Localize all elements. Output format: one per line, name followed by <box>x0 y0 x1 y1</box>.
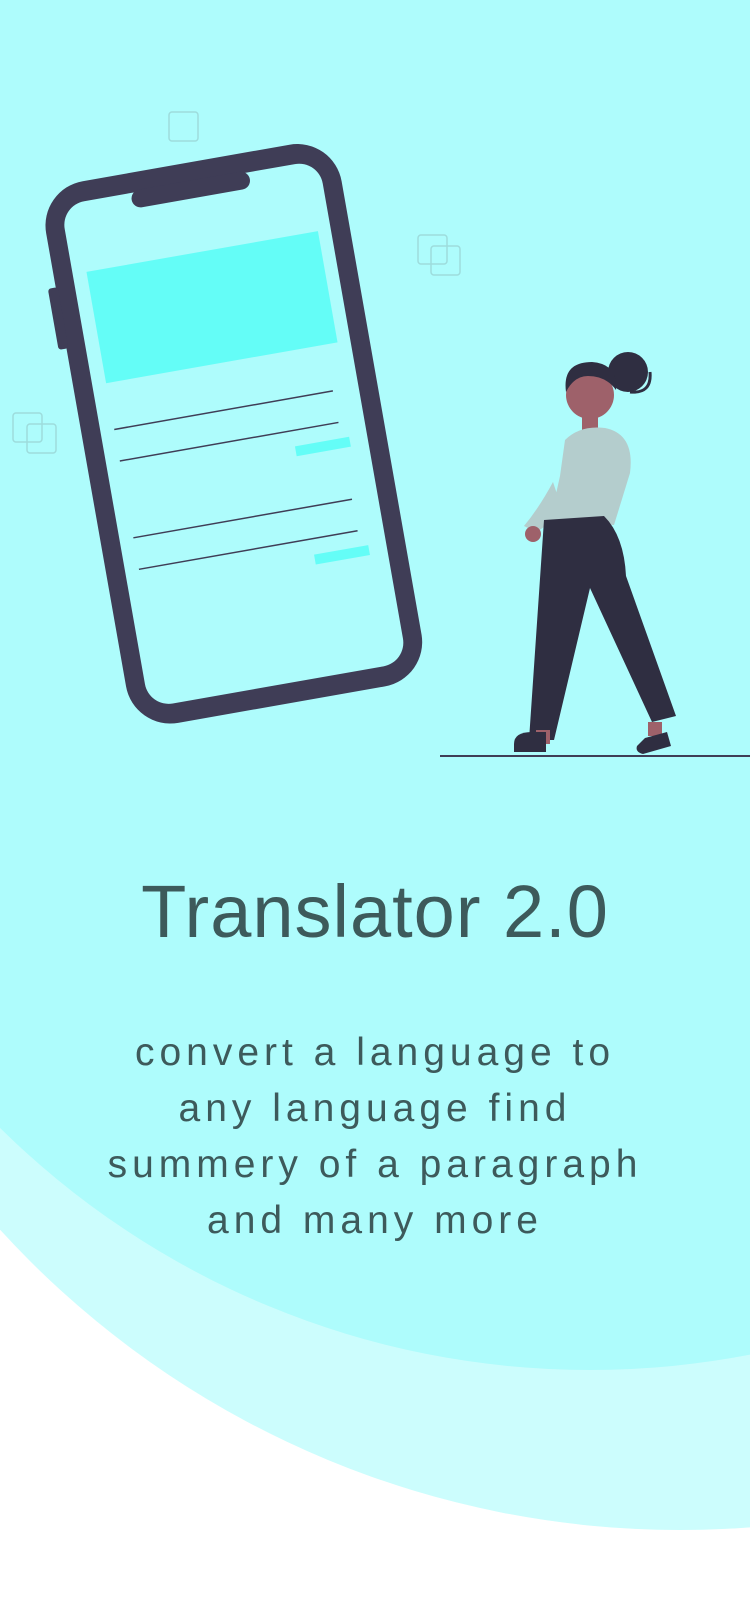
person-illustration <box>514 352 676 754</box>
app-title: Translator 2.0 <box>141 870 609 953</box>
onboarding-screen: Translator 2.0 convert a language to any… <box>0 0 750 1624</box>
hero-illustration <box>12 111 750 757</box>
app-description: convert a language to any language find … <box>107 1031 643 1242</box>
phone-illustration <box>45 144 423 724</box>
